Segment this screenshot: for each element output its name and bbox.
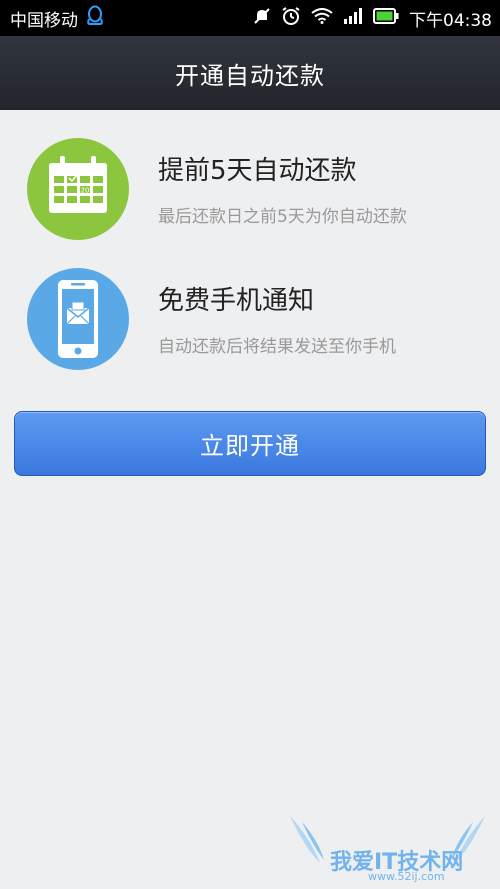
- signal-icon: [343, 7, 363, 29]
- alarm-icon: [281, 6, 301, 31]
- watermark-url: www.52ij.com: [368, 870, 445, 883]
- status-right: 下午04:38: [253, 6, 492, 31]
- open-now-button[interactable]: 立即开通: [14, 411, 486, 476]
- feature-auto-repay: 20 提前5天自动还款 最后还款日之前5天为你自动还款: [0, 138, 500, 248]
- battery-icon: [373, 7, 399, 29]
- status-left: 中国移动: [10, 5, 104, 32]
- clock-time: 下午04:38: [409, 10, 492, 31]
- carrier-label: 中国移动: [10, 10, 78, 31]
- feature-phone-notify: 免费手机通知 自动还款后将结果发送至你手机: [0, 268, 500, 378]
- phone-message-icon: [27, 268, 129, 370]
- qq-icon: [86, 5, 104, 32]
- feature-description: 自动还款后将结果发送至你手机: [158, 337, 396, 357]
- title-bar: 开通自动还款: [0, 36, 500, 110]
- wifi-icon: [311, 7, 333, 29]
- calendar-icon: 20: [27, 138, 129, 240]
- page-title: 开通自动还款: [175, 61, 325, 90]
- watermark: 我爱IT技术网 www.52ij.com: [280, 808, 495, 886]
- calendar-number: 20: [81, 187, 90, 195]
- mute-icon: [253, 7, 271, 30]
- feature-title: 免费手机通知: [158, 286, 315, 316]
- status-bar: 中国移动 下午04:38: [0, 0, 500, 36]
- feature-description: 最后还款日之前5天为你自动还款: [158, 207, 407, 227]
- feature-title: 提前5天自动还款: [158, 156, 357, 186]
